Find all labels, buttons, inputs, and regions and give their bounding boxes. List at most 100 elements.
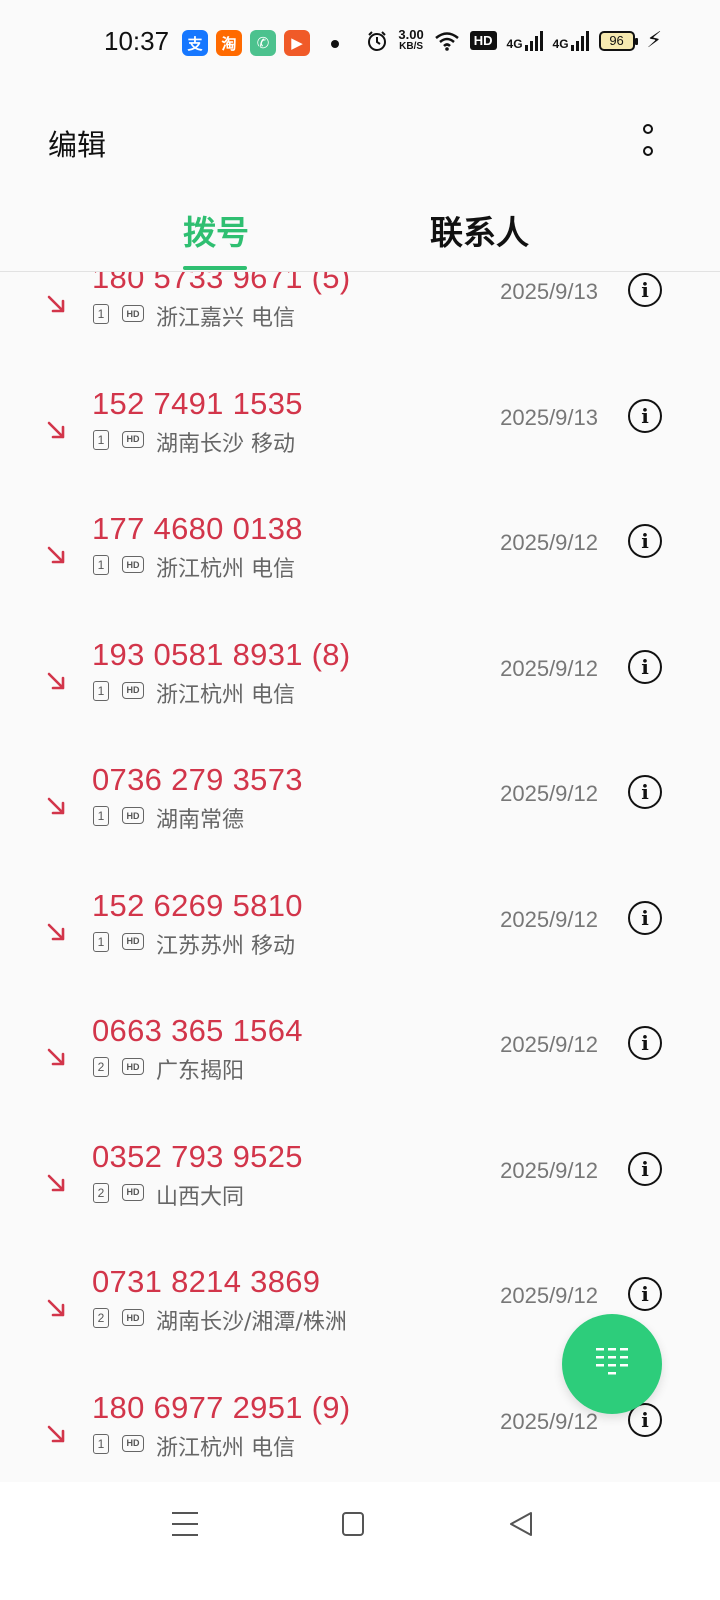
dialpad-button[interactable] [562, 1314, 662, 1414]
call-log-row[interactable]: 180 5733 9671 (5) 1 HD 浙江嘉兴 电信 2025/9/13 i [0, 272, 720, 386]
sim2-net-type: 4G [552, 36, 569, 51]
call-info-icon[interactable]: i [628, 1277, 662, 1311]
menu-icon[interactable] [172, 1512, 198, 1536]
call-location: 浙江杭州 电信 [156, 557, 295, 582]
signal-bars-icon [524, 30, 543, 51]
call-location: 山西大同 [156, 1184, 245, 1210]
sim-slot-badge: 2 [93, 1308, 109, 1328]
battery-icon: 96 [598, 30, 638, 51]
missed-call-arrow-icon [47, 421, 65, 438]
call-number: 0663 365 1564 [92, 1013, 303, 1048]
call-number: 0731 8214 3869 [92, 1264, 321, 1299]
call-log-row[interactable]: 0736 279 3573 1 HD 湖南常德 2025/9/12 i [0, 762, 720, 888]
hd-call-badge: HD [122, 305, 144, 322]
missed-call-arrow-icon [47, 923, 65, 940]
sim-slot-badge: 1 [93, 806, 109, 826]
missed-call-arrow-icon [47, 1048, 65, 1066]
back-triangle-icon[interactable] [508, 1510, 534, 1538]
call-number: 0736 279 3573 [92, 762, 303, 797]
hd-call-badge: HD [122, 430, 144, 448]
call-info-icon[interactable]: i [628, 900, 662, 935]
home-square-icon[interactable] [342, 1512, 364, 1536]
status-bar: 10:37 支 淘 ✆ ▶ 3.00 KB/S HD 4G 4G 96 ⚡ [0, 0, 720, 88]
hd-call-badge: HD [122, 932, 144, 950]
call-info-icon[interactable]: i [628, 398, 662, 433]
call-location: 浙江杭州 电信 [156, 682, 295, 708]
call-number: 0352 793 9525 [92, 1138, 303, 1174]
call-info-icon[interactable]: i [628, 649, 662, 684]
hd-call-badge: HD [122, 681, 144, 699]
status-indicators: 3.00 KB/S HD 4G 4G 96 ⚡ [366, 28, 662, 53]
network-speed-unit: KB/S [399, 40, 424, 52]
missed-call-arrow-icon [47, 295, 65, 313]
video-app-icon: ▶ [284, 30, 310, 56]
hd-call-badge: HD [122, 807, 144, 824]
call-log-row[interactable]: 193 0581 8931 (8) 1 HD 浙江杭州 电信 2025/9/12 i [0, 637, 720, 763]
missed-call-arrow-icon [47, 546, 65, 564]
phone-app-icon: ✆ [250, 30, 276, 56]
call-number: 152 6269 5810 [92, 887, 303, 923]
charging-bolt-icon: ⚡ [646, 28, 662, 53]
call-log-row[interactable]: 177 4680 0138 1 HD 浙江杭州 电信 2025/9/12 i [0, 511, 720, 637]
sim-slot-badge: 2 [93, 1182, 109, 1203]
battery-level: 96 [609, 33, 624, 48]
more-notifications-dot [331, 40, 339, 48]
sim2-signal: 4G [552, 30, 589, 51]
sim-slot-badge: 1 [93, 304, 109, 324]
sim-slot-badge: 1 [93, 1433, 109, 1454]
hd-voice-badge: HD [469, 31, 497, 50]
call-info-icon[interactable]: i [628, 1026, 662, 1060]
missed-call-arrow-icon [47, 1174, 65, 1191]
sim-slot-badge: 1 [93, 555, 109, 575]
call-number: 152 7491 1535 [92, 385, 303, 421]
hd-call-badge: HD [122, 556, 144, 573]
status-time: 10:37 [104, 26, 170, 56]
hd-call-badge: HD [122, 1434, 144, 1452]
call-log-row[interactable]: 0352 793 9525 2 HD 山西大同 2025/9/12 i [0, 1139, 720, 1265]
active-tab-indicator [183, 266, 247, 270]
call-date: 2025/9/12 [500, 1032, 598, 1057]
alipay-icon: 支 [182, 30, 208, 56]
notification-icons: 支 淘 ✆ ▶ [182, 30, 310, 56]
call-date: 2025/9/12 [500, 1157, 598, 1183]
call-date: 2025/9/12 [500, 530, 598, 555]
call-location: 广东揭阳 [156, 1059, 245, 1084]
missed-call-arrow-icon [47, 672, 65, 689]
call-log-row[interactable]: 152 7491 1535 1 HD 湖南长沙 移动 2025/9/13 i [0, 386, 720, 512]
call-location: 湖南长沙/湘潭/株洲 [156, 1310, 347, 1335]
sim-slot-badge: 1 [93, 680, 109, 701]
call-info-icon[interactable]: i [628, 273, 662, 307]
missed-call-arrow-icon [47, 797, 65, 815]
call-location: 浙江杭州 电信 [156, 1435, 295, 1461]
edit-button[interactable]: 编辑 [48, 122, 106, 164]
call-log-row[interactable]: 152 6269 5810 1 HD 江苏苏州 移动 2025/9/12 i [0, 888, 720, 1014]
call-location: 湖南常德 [156, 808, 245, 833]
signal-bars-icon [570, 30, 589, 51]
sim1-signal: 4G [506, 30, 543, 51]
call-number: 193 0581 8931 (8) [92, 636, 351, 672]
call-info-icon[interactable]: i [628, 524, 662, 558]
call-date: 2025/9/13 [500, 404, 598, 430]
wifi-icon [434, 31, 459, 51]
sim1-net-type: 4G [506, 36, 523, 51]
taobao-icon: 淘 [216, 30, 242, 56]
call-date: 2025/9/12 [500, 655, 598, 681]
call-date: 2025/9/13 [500, 279, 598, 304]
call-info-icon[interactable]: i [628, 775, 662, 809]
call-log-row[interactable]: 0663 365 1564 2 HD 广东揭阳 2025/9/12 i [0, 1013, 720, 1139]
call-number: 180 5733 9671 (5) [92, 272, 351, 295]
hd-call-badge: HD [122, 1183, 144, 1201]
call-info-icon[interactable]: i [628, 1151, 662, 1186]
missed-call-arrow-icon [47, 1299, 65, 1317]
network-speed-value: 3.00 [398, 26, 424, 42]
call-number: 177 4680 0138 [92, 511, 303, 546]
call-location: 浙江嘉兴 电信 [156, 306, 295, 331]
system-nav-bar [0, 1482, 720, 1600]
hd-call-badge: HD [122, 1058, 144, 1075]
call-location: 江苏苏州 移动 [156, 933, 295, 959]
tab-contacts[interactable]: 联系人 [430, 206, 529, 254]
sim-slot-badge: 2 [93, 1057, 109, 1077]
call-date: 2025/9/12 [500, 1408, 598, 1434]
tab-dial[interactable]: 拨号 [183, 206, 249, 254]
more-vertical-icon[interactable] [636, 124, 660, 156]
